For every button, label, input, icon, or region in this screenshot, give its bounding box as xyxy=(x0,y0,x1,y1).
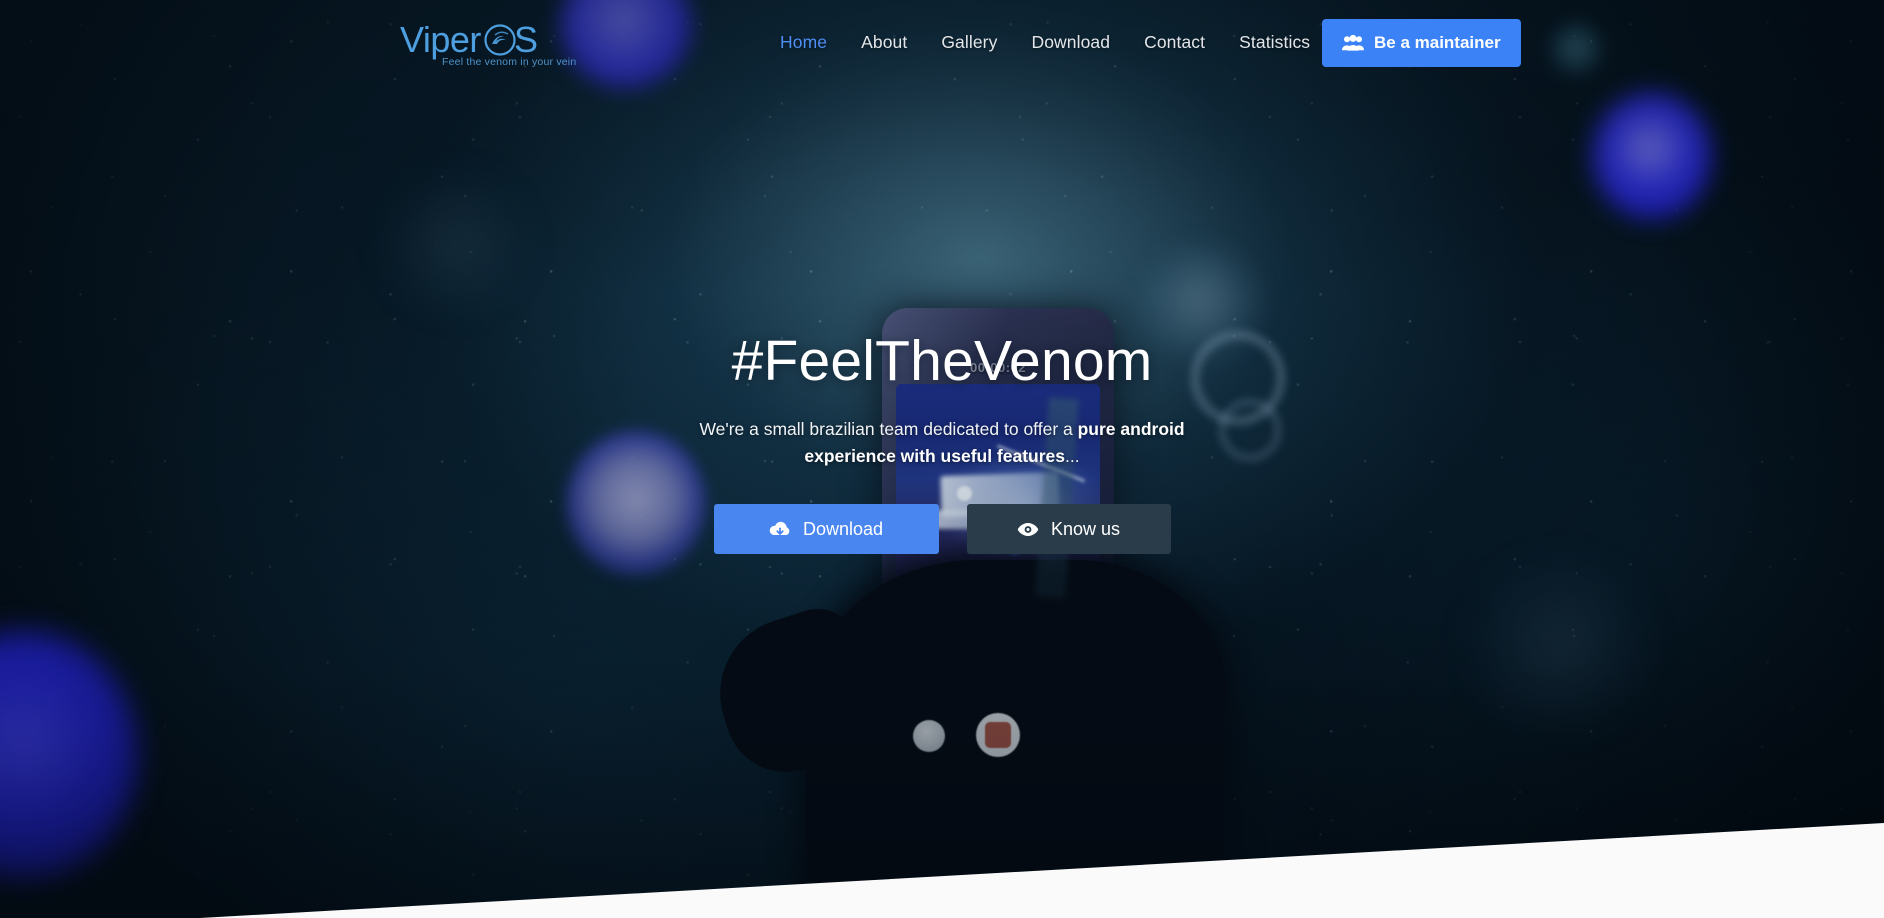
be-a-maintainer-button[interactable]: Be a maintainer xyxy=(1322,19,1521,67)
svg-text:Viper: Viper xyxy=(400,19,481,60)
hero-subtitle: We're a small brazilian team dedicated t… xyxy=(662,416,1222,470)
cloud-download-icon xyxy=(769,521,790,535)
nav-item-download[interactable]: Download xyxy=(1031,32,1110,53)
hero-action-buttons: Download Know us xyxy=(40,504,1844,555)
users-icon xyxy=(1342,35,1364,51)
download-button[interactable]: Download xyxy=(713,504,939,555)
svg-text:S: S xyxy=(514,19,538,60)
nav-item-gallery[interactable]: Gallery xyxy=(941,32,997,53)
know-us-button[interactable]: Know us xyxy=(966,504,1171,555)
main-navbar: Viper S Feel the venom in your vein Home… xyxy=(0,0,1884,84)
nav-links: Home About Gallery Download Contact Stat… xyxy=(780,0,1310,84)
know-us-button-label: Know us xyxy=(1050,518,1121,539)
nav-item-contact[interactable]: Contact xyxy=(1144,32,1205,53)
nav-item-about[interactable]: About xyxy=(861,32,907,53)
hero-subtitle-lead: We're a small brazilian team dedicated t… xyxy=(699,418,1078,439)
hero-section: 00:00:02 Viper S Feel the venom in your … xyxy=(0,0,1884,918)
hero-content: #FeelTheVenom We're a small brazilian te… xyxy=(0,329,1884,555)
hero-subtitle-tail: ... xyxy=(1065,445,1080,466)
download-button-label: Download xyxy=(802,518,884,539)
page-title: #FeelTheVenom xyxy=(731,329,1153,393)
svg-text:Feel the venom in your vein: Feel the venom in your vein xyxy=(442,56,576,68)
eye-icon xyxy=(1017,522,1039,536)
be-a-maintainer-label: Be a maintainer xyxy=(1374,33,1501,52)
nav-item-statistics[interactable]: Statistics xyxy=(1239,32,1310,53)
brand-logo[interactable]: Viper S Feel the venom in your vein xyxy=(400,18,580,70)
viper-circle-icon: Viper S Feel the venom in your vein xyxy=(400,19,576,68)
nav-item-home[interactable]: Home xyxy=(780,32,827,53)
